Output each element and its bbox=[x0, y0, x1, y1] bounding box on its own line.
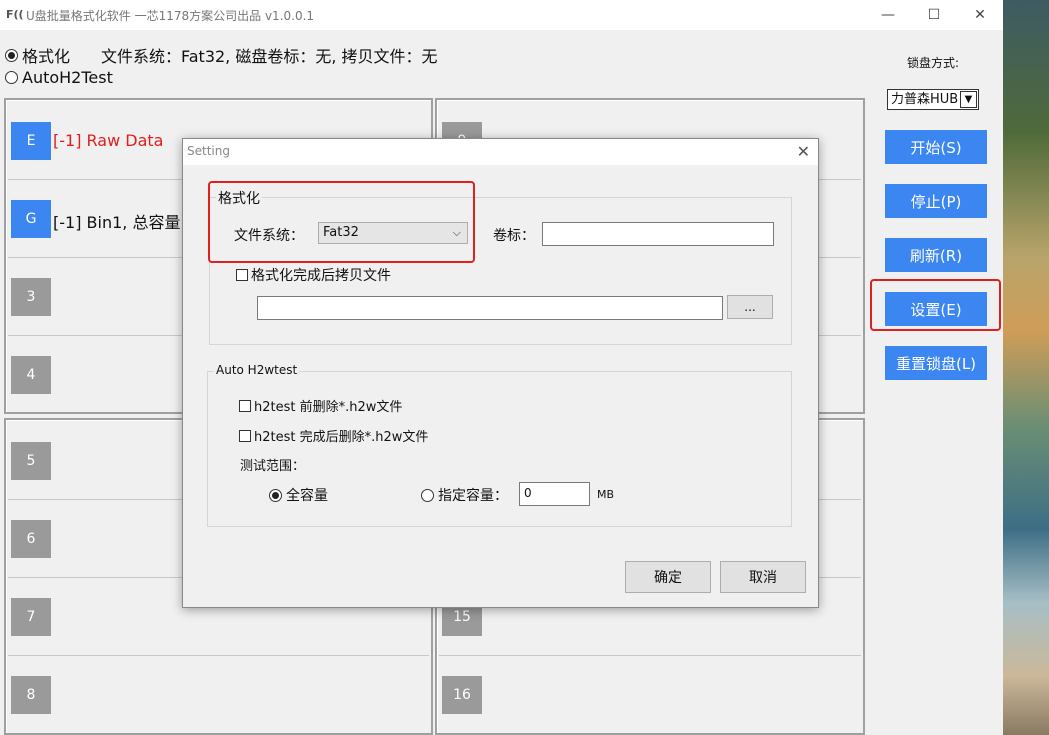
copy-after-checkbox[interactable]: 格式化完成后拷贝文件 bbox=[236, 265, 391, 285]
lock-mode-value: 力普森HUB bbox=[891, 92, 959, 107]
slot-row[interactable]: 16 bbox=[439, 656, 861, 734]
checkbox-icon bbox=[239, 400, 251, 412]
window-title: U盘批量格式化软件 一芯1178方案公司出品 v1.0.0.1 bbox=[26, 9, 315, 23]
desktop-wallpaper bbox=[1003, 0, 1049, 735]
fs-highlight-box bbox=[208, 181, 475, 263]
full-capacity-radio[interactable]: 全容量 bbox=[269, 485, 328, 505]
radio-checked-icon bbox=[269, 488, 282, 502]
copy-after-label: 格式化完成后拷贝文件 bbox=[251, 268, 391, 284]
dialog-title: Setting bbox=[187, 144, 230, 158]
stop-button[interactable]: 停止(P) bbox=[885, 184, 987, 218]
ok-button[interactable]: 确定 bbox=[625, 561, 711, 593]
slot-badge: E bbox=[11, 122, 51, 160]
radio-checked-icon bbox=[5, 48, 18, 62]
cancel-button[interactable]: 取消 bbox=[720, 561, 806, 593]
slot-row[interactable]: 8 bbox=[8, 656, 429, 734]
checkbox-icon bbox=[236, 269, 248, 281]
range-label: 测试范围： bbox=[240, 459, 306, 474]
h2-before-label: h2test 前删除*.h2w文件 bbox=[254, 400, 403, 415]
slot-label: [-1] Raw Data bbox=[53, 131, 164, 150]
radio-unchecked-icon bbox=[5, 71, 18, 84]
dialog-close-icon[interactable]: ✕ bbox=[797, 142, 810, 161]
slot-badge: 4 bbox=[11, 356, 51, 394]
capacity-unit: MB bbox=[597, 488, 615, 501]
start-button[interactable]: 开始(S) bbox=[885, 130, 987, 164]
volume-label: 卷标： bbox=[493, 228, 535, 244]
h2-after-label: h2test 完成后删除*.h2w文件 bbox=[254, 430, 429, 445]
h2-before-checkbox[interactable]: h2test 前删除*.h2w文件 bbox=[239, 396, 402, 415]
slot-badge: 7 bbox=[11, 598, 51, 636]
lock-mode-select[interactable]: 力普森HUB ▼ bbox=[887, 89, 979, 110]
h2test-radio-label: AutoH2Test bbox=[22, 68, 113, 87]
reset-lock-button[interactable]: 重置锁盘(L) bbox=[885, 346, 987, 380]
close-button[interactable]: ✕ bbox=[957, 0, 1003, 30]
lock-mode-label: 锁盘方式: bbox=[907, 56, 960, 70]
copy-path-input[interactable] bbox=[257, 296, 723, 320]
dialog-header: Setting ✕ bbox=[183, 139, 818, 165]
format-radio[interactable]: 格式化 bbox=[5, 43, 70, 67]
h2-after-checkbox[interactable]: h2test 完成后删除*.h2w文件 bbox=[239, 426, 428, 445]
radio-unchecked-icon bbox=[421, 488, 434, 502]
settings-highlight-box bbox=[870, 279, 1001, 331]
setting-dialog: Setting ✕ 格式化 文件系统： Fat32 ⌵ 卷标： 格式化完成后拷贝… bbox=[182, 138, 819, 608]
slot-badge: G bbox=[11, 200, 51, 238]
full-capacity-label: 全容量 bbox=[286, 488, 328, 504]
h2test-group-title: Auto H2wtest bbox=[214, 363, 300, 377]
chevron-down-icon: ▼ bbox=[960, 91, 977, 108]
slot-badge: 16 bbox=[442, 676, 482, 714]
volume-input[interactable] bbox=[542, 222, 774, 246]
slot-badge: 5 bbox=[11, 442, 51, 480]
refresh-button[interactable]: 刷新(R) bbox=[885, 238, 987, 272]
capacity-input[interactable]: 0 bbox=[519, 482, 590, 506]
format-radio-label: 格式化 bbox=[22, 47, 71, 66]
slot-label: [-1] Bin1, 总容量: 5 bbox=[53, 213, 202, 232]
format-info: 文件系统：Fat32, 磁盘卷标：无, 拷贝文件：无 bbox=[101, 47, 438, 66]
slot-badge: 3 bbox=[11, 278, 51, 316]
checkbox-icon bbox=[239, 430, 251, 442]
app-icon: F(( bbox=[6, 8, 24, 21]
slot-badge: 8 bbox=[11, 676, 51, 714]
h2test-radio[interactable]: AutoH2Test bbox=[5, 68, 113, 87]
minimize-button[interactable]: — bbox=[865, 0, 911, 30]
title-bar: F(( U盘批量格式化软件 一芯1178方案公司出品 v1.0.0.1 — ☐ … bbox=[0, 0, 1003, 30]
browse-button[interactable]: ... bbox=[727, 295, 773, 319]
maximize-button[interactable]: ☐ bbox=[911, 0, 957, 30]
specified-capacity-radio[interactable]: 指定容量： bbox=[421, 485, 508, 505]
slot-badge: 6 bbox=[11, 520, 51, 558]
specified-capacity-label: 指定容量： bbox=[438, 488, 508, 504]
